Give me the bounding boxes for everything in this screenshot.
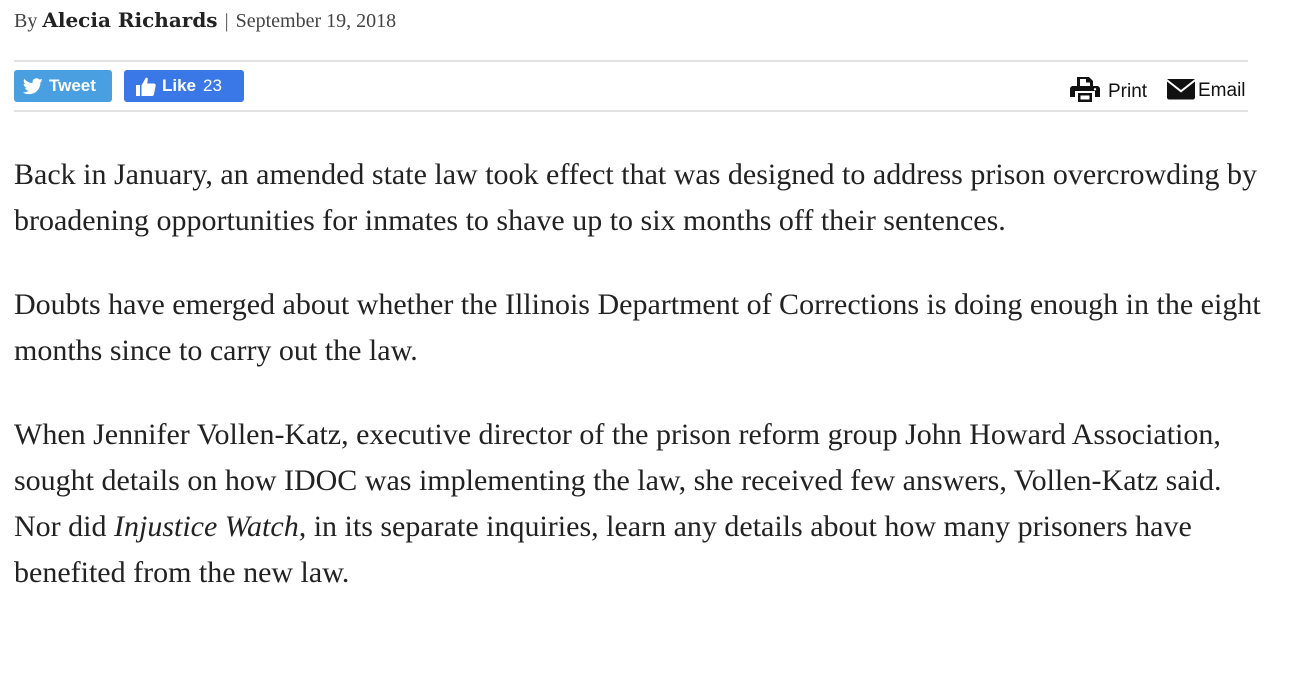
article-paragraph-3: When Jennifer Vollen-Katz, executive dir… <box>14 412 1264 596</box>
twitter-bird-icon <box>23 77 43 95</box>
byline-prefix: By <box>14 10 38 32</box>
envelope-icon <box>1166 76 1196 106</box>
email-button[interactable]: Email <box>1166 76 1246 106</box>
share-bar: Tweet Like 23 Print Email <box>14 60 1248 112</box>
print-label: Print <box>1108 81 1148 102</box>
print-button[interactable]: Print <box>1070 76 1147 108</box>
like-label: Like <box>162 76 197 95</box>
email-label: Email <box>1198 80 1246 101</box>
tweet-button[interactable]: Tweet <box>14 70 112 102</box>
article-paragraph-2: Doubts have emerged about whether the Il… <box>14 288 1261 367</box>
publication-name: Injustice Watch, <box>114 510 307 543</box>
printer-icon <box>1070 76 1100 108</box>
tweet-label: Tweet <box>49 76 96 95</box>
byline-separator: | <box>224 10 229 32</box>
publish-date: September 19, 2018 <box>235 10 397 32</box>
like-count: 23 <box>203 76 222 95</box>
article-paragraph-1: Back in January, an amended state law to… <box>14 158 1257 237</box>
article-body: Back in January, an amended state law to… <box>14 152 1264 634</box>
author-name[interactable]: Alecia Richards <box>42 8 217 32</box>
byline: By Alecia Richards | September 19, 2018 <box>14 8 396 33</box>
thumbs-up-icon <box>136 77 156 96</box>
like-button[interactable]: Like 23 <box>124 70 244 102</box>
